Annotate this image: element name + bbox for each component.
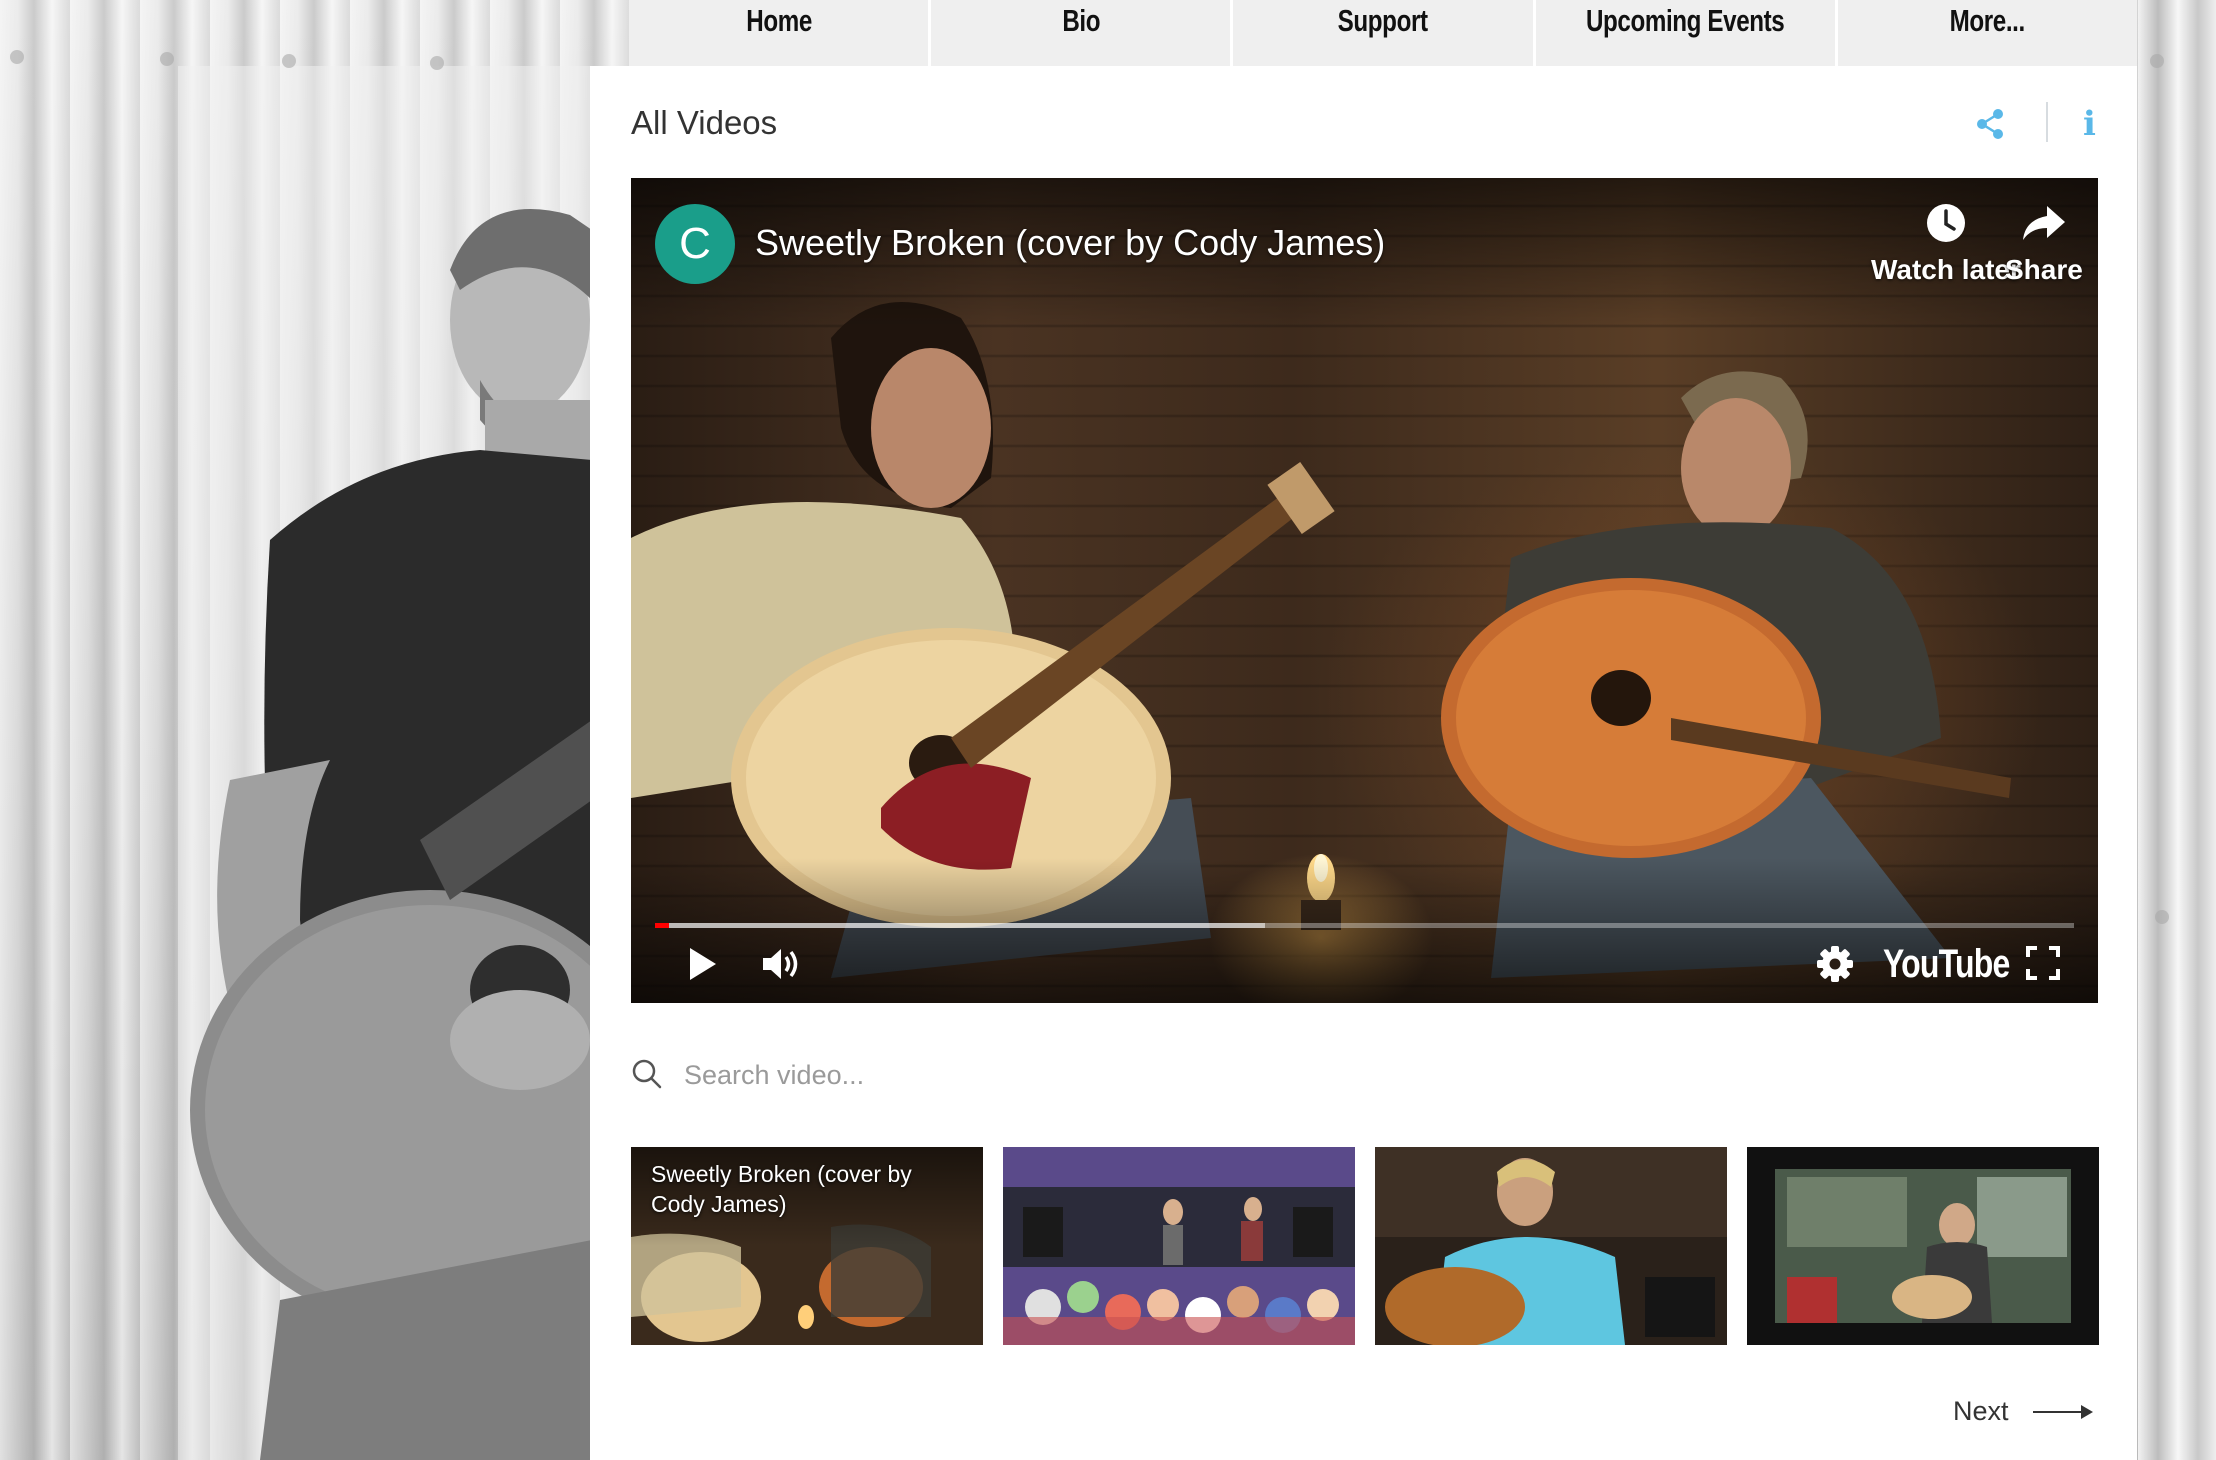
thumbnail-title: Sweetly Broken (cover by Cody James) [651, 1161, 912, 1217]
thumbnail-image [1747, 1147, 2099, 1345]
info-icon[interactable]: i [2083, 104, 2096, 144]
nav-item-more[interactable]: More... [1837, 0, 2138, 66]
clock-icon [1926, 204, 1965, 242]
nav-item-label: More... [1949, 3, 2026, 38]
rivet [10, 50, 24, 64]
fullscreen-icon[interactable] [2025, 945, 2061, 981]
rivet [282, 54, 296, 68]
nav-item-label: Bio [1061, 3, 1100, 38]
channel-avatar[interactable]: C [655, 204, 735, 284]
watch-later-label: Watch later [1871, 254, 2021, 285]
rivet [2155, 910, 2169, 924]
video-frame [631, 178, 2098, 1003]
youtube-logo[interactable]: YouTube [1883, 942, 2010, 987]
video-thumbnail[interactable]: Sweetly Broken (cover by Cody James) [631, 1147, 983, 1345]
search-input[interactable] [682, 1052, 1386, 1098]
nav-item-support[interactable]: Support [1233, 0, 1533, 66]
thumbnail-image [1375, 1147, 1727, 1345]
progress-bar[interactable] [655, 923, 2074, 928]
next-label: Next [1953, 1396, 2009, 1426]
main-nav: Home Bio Support Upcoming Events More... [629, 0, 2138, 66]
toolbar-divider [2046, 102, 2048, 142]
play-icon[interactable] [686, 945, 720, 983]
volume-icon[interactable] [761, 945, 803, 983]
nav-item-home[interactable]: Home [629, 0, 929, 66]
video-player[interactable]: C Sweetly Broken (cover by Cody James) W… [631, 178, 2098, 1003]
watch-later-button[interactable]: Watch later [1871, 202, 2021, 286]
progress-played [655, 923, 670, 928]
video-title[interactable]: Sweetly Broken (cover by Cody James) [755, 222, 1385, 264]
thumbnail-image [1003, 1147, 1355, 1345]
page-title: All Videos [631, 104, 778, 141]
settings-icon[interactable] [1816, 945, 1854, 983]
video-thumbnail[interactable] [1003, 1147, 1355, 1345]
nav-item-label: Home [745, 3, 812, 38]
performer-photo [190, 209, 592, 1460]
background-right-strip [2138, 0, 2216, 1460]
rivet [160, 52, 174, 66]
share-arrow-icon [2022, 206, 2065, 240]
video-thumbnail[interactable] [1747, 1147, 2099, 1345]
video-gallery-panel: All Videos i C Sweetly Broken (cover by … [590, 66, 2137, 1460]
nav-item-upcoming-events[interactable]: Upcoming Events [1535, 0, 1835, 66]
progress-buffered [655, 923, 1266, 928]
share-label: Share [2005, 254, 2083, 285]
rivet [430, 56, 444, 70]
arrow-right-icon [2032, 1404, 2093, 1419]
share-video-button[interactable]: Share [2005, 202, 2083, 286]
share-icon[interactable] [1975, 106, 2005, 142]
video-thumbnail[interactable] [1375, 1147, 1727, 1345]
nav-item-label: Upcoming Events [1586, 3, 1785, 38]
rivet [2150, 54, 2164, 68]
search-icon [632, 1059, 662, 1089]
next-page-link[interactable]: Next [1953, 1396, 2095, 1427]
nav-item-label: Support [1338, 3, 1428, 38]
nav-item-bio[interactable]: Bio [931, 0, 1231, 66]
